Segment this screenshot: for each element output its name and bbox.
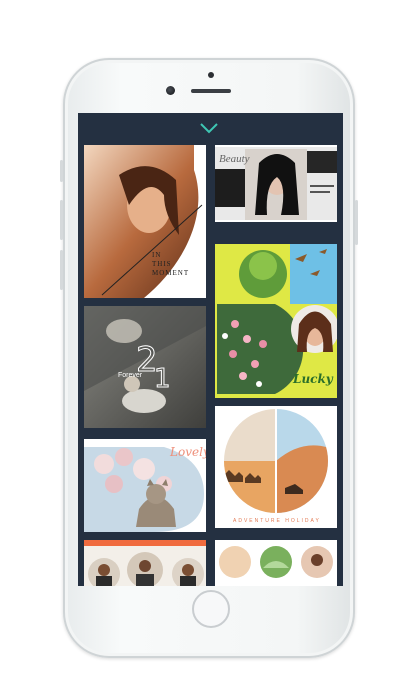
proximity-sensor bbox=[208, 72, 214, 78]
earpiece-speaker bbox=[191, 89, 231, 93]
home-button[interactable] bbox=[192, 590, 230, 628]
template-circles[interactable] bbox=[215, 540, 337, 586]
side-button bbox=[60, 160, 63, 182]
front-camera bbox=[166, 86, 175, 95]
template-portraits[interactable] bbox=[84, 540, 206, 586]
tile-caption: Forever bbox=[118, 372, 143, 379]
tile-caption: Beauty bbox=[219, 153, 250, 165]
template-in-this-moment[interactable]: IN THIS MOMENT bbox=[84, 145, 206, 298]
desert-photo bbox=[224, 409, 328, 513]
template-lovely[interactable]: Lovely bbox=[84, 439, 206, 532]
template-adventure[interactable]: ADVENTURE HOLIDAY bbox=[215, 406, 337, 528]
power-button bbox=[355, 200, 358, 245]
small-digit: 1 bbox=[154, 364, 172, 395]
tile-caption: Lovely bbox=[170, 445, 206, 459]
template-forever[interactable]: 2 1 Forever bbox=[84, 306, 206, 428]
tile-caption: Lucky bbox=[293, 372, 333, 386]
chevron-down-icon[interactable] bbox=[199, 122, 219, 134]
volume-down-button bbox=[60, 250, 63, 290]
template-lucky[interactable]: Lucky bbox=[215, 244, 337, 398]
template-beauty[interactable]: Beauty bbox=[215, 145, 337, 222]
app-screen: IN THIS MOMENT Beauty Lucky 2 1 Forever … bbox=[78, 113, 343, 586]
volume-up-button bbox=[60, 200, 63, 240]
circles-photo bbox=[219, 546, 333, 578]
portraits-photo bbox=[84, 540, 206, 586]
tile-caption: ADVENTURE HOLIDAY bbox=[233, 518, 321, 524]
tile-caption: IN THIS MOMENT bbox=[152, 251, 190, 277]
